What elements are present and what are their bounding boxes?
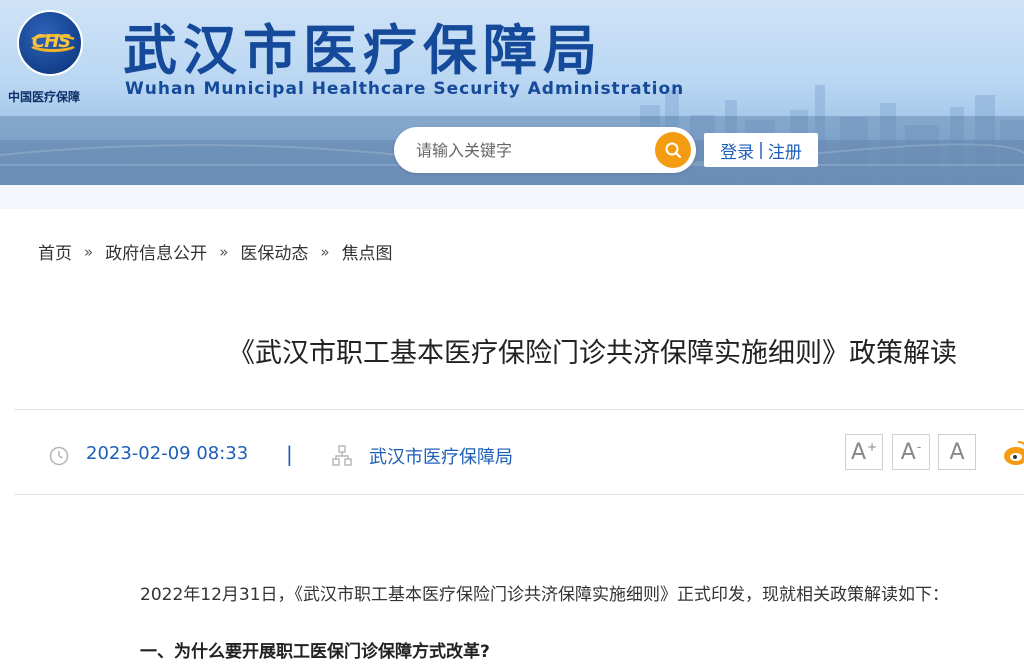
publish-date: 2023-02-09 08:33 (86, 443, 249, 464)
font-reset-button[interactable]: A (938, 434, 976, 470)
meta-separator: | (286, 442, 293, 466)
article-title: 《武汉市职工基本医疗保险门诊共济保障实施细则》政策解读 (228, 338, 957, 369)
search-input[interactable] (416, 138, 646, 162)
logo-text: CHS (32, 31, 71, 52)
chs-logo-icon: CHS (17, 10, 83, 76)
section-heading: 一、为什么要开展职工医保门诊保障方式改革? (140, 642, 490, 662)
article-source: 武汉市医疗保障局 (369, 447, 513, 468)
search-button[interactable] (655, 132, 691, 168)
breadcrumb-separator: » (219, 242, 229, 261)
article-intro: 2022年12月31日，《武汉市职工基本医疗保险门诊共济保障实施细则》正式印发，… (140, 585, 950, 605)
breadcrumb-news[interactable]: 医保动态 (240, 239, 308, 264)
divider (14, 494, 1024, 495)
header-gap (0, 185, 1024, 209)
breadcrumb-gov-info[interactable]: 政府信息公开 (105, 239, 207, 264)
site-title: 武汉市医疗保障局 (123, 19, 603, 82)
breadcrumb-separator: » (320, 242, 330, 261)
organization-icon (332, 445, 352, 466)
register-link[interactable]: 注册 (768, 138, 802, 163)
divider (14, 409, 1024, 410)
breadcrumb-home[interactable]: 首页 (38, 239, 72, 264)
login-separator: | (758, 140, 764, 160)
search-box (394, 127, 696, 173)
weibo-share-icon[interactable] (1002, 438, 1024, 468)
breadcrumb: 首页 » 政府信息公开 » 医保动态 » 焦点图 (38, 239, 393, 265)
search-icon (665, 142, 681, 158)
login-register-box: 登录 | 注册 (704, 133, 818, 167)
login-link[interactable]: 登录 (720, 138, 754, 163)
font-increase-button[interactable]: A + (845, 434, 883, 470)
clock-icon (49, 446, 69, 466)
logo-caption: 中国医疗保障 (8, 90, 81, 104)
breadcrumb-focus[interactable]: 焦点图 (342, 239, 393, 264)
font-decrease-button[interactable]: A- (892, 434, 930, 470)
site-subtitle: Wuhan Municipal Healthcare Security Admi… (125, 79, 685, 99)
breadcrumb-separator: » (84, 242, 94, 261)
